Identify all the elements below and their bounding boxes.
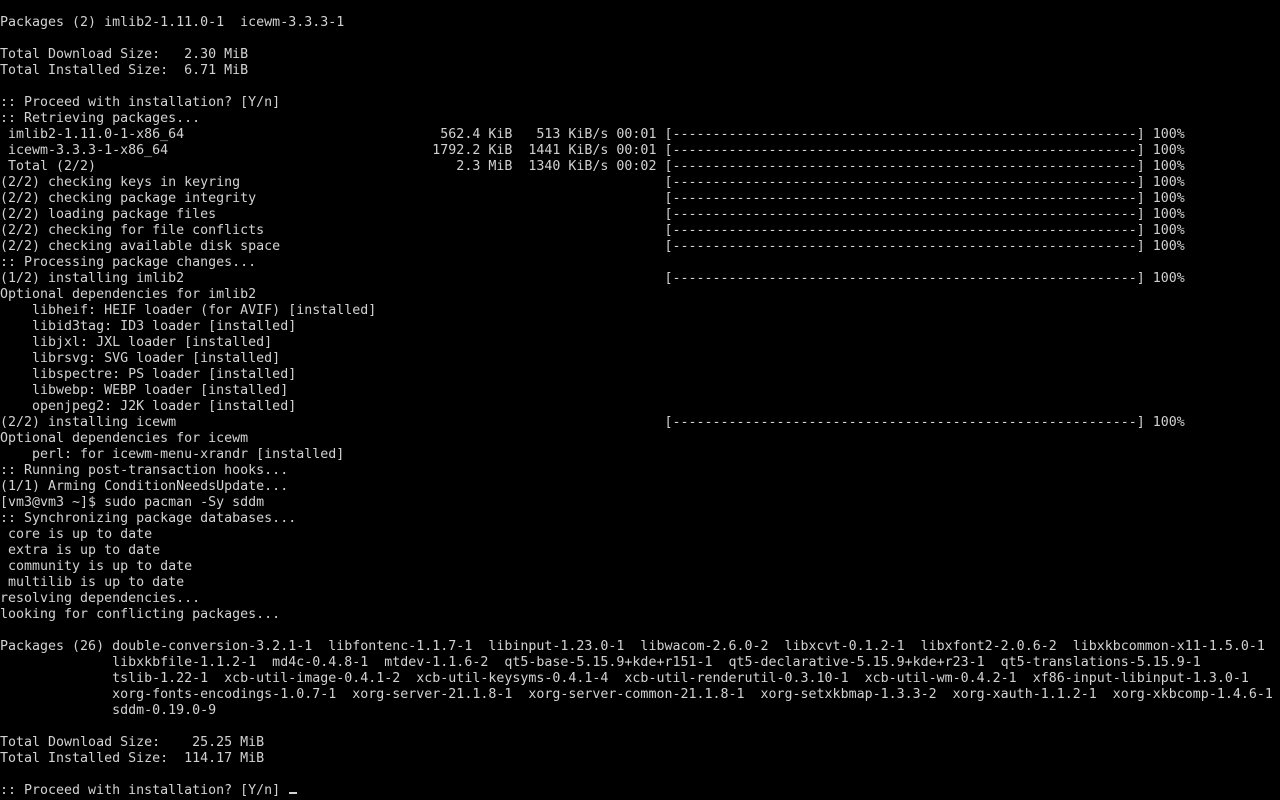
terminal-line: Total Download Size: 2.30 MiB xyxy=(0,47,249,62)
terminal-line: perl: for icewm-menu-xrandr [installed] xyxy=(0,447,345,462)
terminal-line: (2/2) checking keys in keyring [--------… xyxy=(0,175,1185,190)
terminal-line: (1/2) installing imlib2 [---------------… xyxy=(0,271,1185,286)
text-cursor xyxy=(289,792,298,794)
terminal-line: libxkbfile-1.1.2-1 md4c-0.4.8-1 mtdev-1.… xyxy=(0,655,1201,670)
terminal-line: librsvg: SVG loader [installed] xyxy=(0,351,281,366)
terminal-prompt-line[interactable]: :: Proceed with installation? [Y/n] xyxy=(0,783,1280,799)
terminal-line: libheif: HEIF loader (for AVIF) [install… xyxy=(0,303,377,318)
terminal-line: extra is up to date xyxy=(0,543,161,558)
terminal-line: Total Installed Size: 114.17 MiB xyxy=(0,751,265,766)
terminal-line: tslib-1.22-1 xcb-util-image-0.4.1-2 xcb-… xyxy=(0,671,1249,686)
terminal-line: sddm-0.19.0-9 xyxy=(0,703,217,718)
terminal-line: (2/2) installing icewm [----------------… xyxy=(0,415,1185,430)
terminal-line: imlib2-1.11.0-1-x86_64 562.4 KiB 513 KiB… xyxy=(0,127,1185,142)
terminal-line: community is up to date xyxy=(0,559,193,574)
terminal-line: (2/2) loading package files [-----------… xyxy=(0,207,1185,222)
terminal-line: Packages (2) imlib2-1.11.0-1 icewm-3.3.3… xyxy=(0,15,345,30)
terminal-line: :: Proceed with installation? [Y/n] xyxy=(0,95,281,110)
terminal-line: Optional dependencies for icewm xyxy=(0,431,249,446)
terminal-line: Total (2/2) 2.3 MiB 1340 KiB/s 00:02 [--… xyxy=(0,159,1185,174)
prompt-text: :: Proceed with installation? [Y/n] xyxy=(0,783,289,798)
terminal-line: icewm-3.3.3-1-x86_64 1792.2 KiB 1441 KiB… xyxy=(0,143,1185,158)
terminal-line: Total Installed Size: 6.71 MiB xyxy=(0,63,249,78)
terminal-line: libwebp: WEBP loader [installed] xyxy=(0,383,289,398)
terminal-line: libjxl: JXL loader [installed] xyxy=(0,335,273,350)
terminal-line: (2/2) checking for file conflicts [-----… xyxy=(0,223,1185,238)
terminal-line: Optional dependencies for imlib2 xyxy=(0,287,257,302)
terminal-line: libspectre: PS loader [installed] xyxy=(0,367,297,382)
terminal-output: Packages (2) imlib2-1.11.0-1 icewm-3.3.3… xyxy=(0,15,1280,783)
terminal-line: :: Retrieving packages... xyxy=(0,111,201,126)
terminal-screen[interactable]: Packages (2) imlib2-1.11.0-1 icewm-3.3.3… xyxy=(0,0,1280,800)
terminal-line: openjpeg2: J2K loader [installed] xyxy=(0,399,297,414)
terminal-line: core is up to date xyxy=(0,527,153,542)
terminal-line: (1/1) Arming ConditionNeedsUpdate... xyxy=(0,479,289,494)
terminal-line: xorg-fonts-encodings-1.0.7-1 xorg-server… xyxy=(0,687,1273,702)
terminal-line: :: Running post-transaction hooks... xyxy=(0,463,289,478)
terminal-line: :: Synchronizing package databases... xyxy=(0,511,297,526)
terminal-line: Total Download Size: 25.25 MiB xyxy=(0,735,265,750)
terminal-line: (2/2) checking available disk space [---… xyxy=(0,239,1185,254)
terminal-line: [vm3@vm3 ~]$ sudo pacman -Sy sddm xyxy=(0,495,265,510)
terminal-line: libid3tag: ID3 loader [installed] xyxy=(0,319,297,334)
terminal-line: multilib is up to date xyxy=(0,575,185,590)
terminal-line: Packages (26) double-conversion-3.2.1-1 … xyxy=(0,639,1265,654)
terminal-line: (2/2) checking package integrity [------… xyxy=(0,191,1185,206)
terminal-line: resolving dependencies... xyxy=(0,591,201,606)
terminal-line: :: Processing package changes... xyxy=(0,255,257,270)
terminal-line: looking for conflicting packages... xyxy=(0,607,281,622)
